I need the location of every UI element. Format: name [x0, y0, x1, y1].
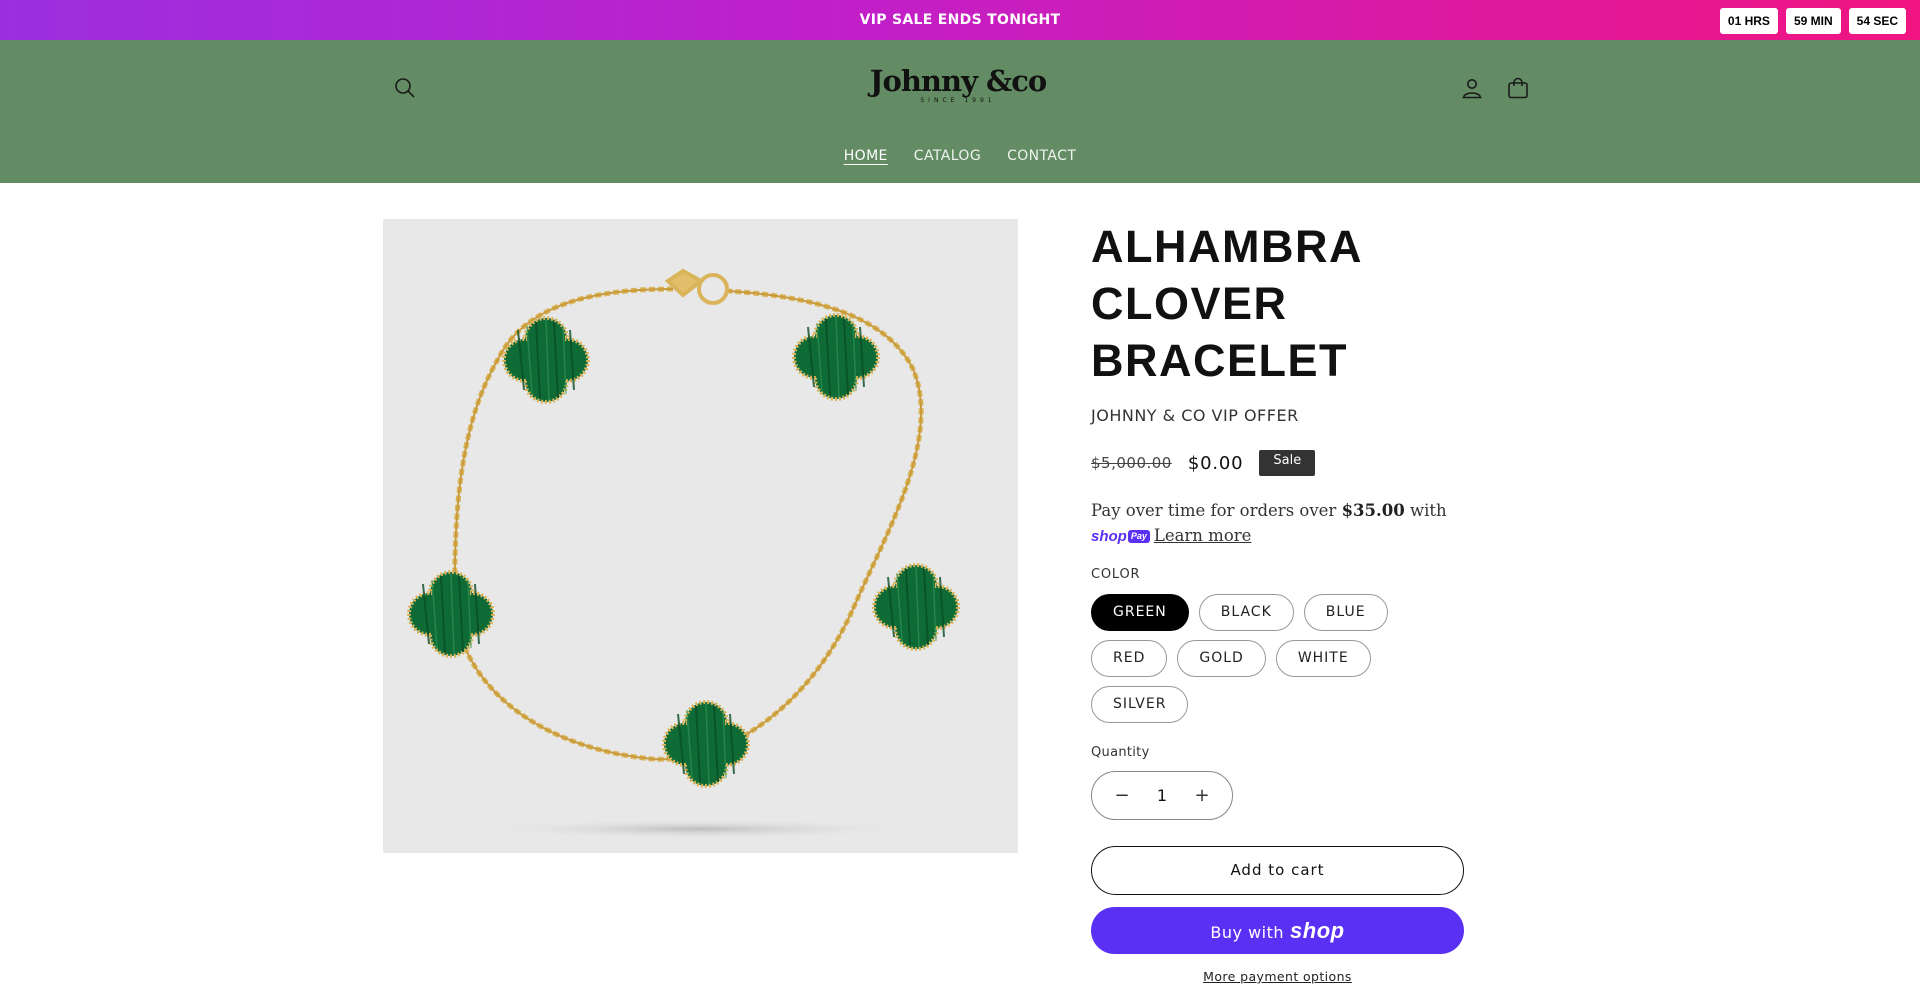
learn-more-link[interactable]: Learn more — [1154, 526, 1252, 545]
product-vendor: JOHNNY & CO VIP OFFER — [1091, 406, 1299, 425]
add-to-cart-button[interactable]: Add to cart — [1091, 846, 1464, 895]
shop-logo: shop — [1290, 918, 1345, 943]
shop-word: shop — [1091, 528, 1127, 545]
quantity-stepper: − 1 + — [1091, 771, 1233, 820]
bracelet-illustration — [407, 268, 960, 839]
color-label: COLOR — [1091, 567, 1141, 582]
sale-badge: Sale — [1259, 450, 1316, 476]
installments-amount: $35.00 — [1341, 501, 1405, 520]
color-option-red[interactable]: RED — [1091, 640, 1168, 677]
price-row: $5,000.00 $0.00 Sale — [1091, 450, 1316, 476]
countdown-timer: 01 HRS 59 MIN 54 SEC — [1719, 8, 1906, 34]
countdown-minutes: 59 MIN — [1785, 8, 1841, 34]
quantity-label: Quantity — [1091, 745, 1150, 760]
cart-icon[interactable] — [1506, 76, 1530, 100]
nav-contact[interactable]: CONTACT — [1007, 148, 1076, 164]
logo-tagline: SINCE 1991 — [920, 97, 996, 104]
site-header: Johnny &co SINCE 1991 HOME CATALOG CONTA… — [0, 40, 1920, 183]
color-options: GREEN BLACK BLUE RED GOLD WHITE SILVER — [1091, 594, 1451, 723]
plus-icon[interactable]: + — [1190, 785, 1214, 806]
color-option-white[interactable]: WHITE — [1275, 640, 1371, 677]
quantity-value[interactable]: 1 — [1157, 786, 1167, 805]
shop-pay-logo: shop Pay — [1091, 528, 1150, 545]
compare-price: $5,000.00 — [1091, 454, 1172, 472]
color-option-green[interactable]: GREEN — [1091, 594, 1189, 631]
product-image[interactable] — [383, 219, 1018, 853]
search-icon[interactable] — [393, 76, 417, 100]
more-payment-options-link[interactable]: More payment options — [1091, 969, 1464, 984]
store-logo[interactable]: Johnny &co SINCE 1991 — [858, 64, 1058, 114]
minus-icon[interactable]: − — [1110, 785, 1134, 806]
pay-badge: Pay — [1127, 530, 1150, 543]
buy-with-label: Buy with — [1210, 923, 1285, 942]
installments-with: with — [1409, 501, 1447, 520]
account-icon[interactable] — [1460, 76, 1484, 100]
color-option-black[interactable]: BLACK — [1198, 594, 1294, 631]
color-option-silver[interactable]: SILVER — [1091, 686, 1189, 723]
countdown-hours: 01 HRS — [1719, 8, 1778, 34]
buy-with-shop-button[interactable]: Buy with shop — [1091, 907, 1464, 954]
color-option-gold[interactable]: GOLD — [1177, 640, 1266, 677]
product-title: ALHAMBRA CLOVER BRACELET — [1091, 221, 1362, 386]
announcement-bar: VIP SALE ENDS TONIGHT 01 HRS 59 MIN 54 S… — [0, 0, 1920, 40]
main-nav: HOME CATALOG CONTACT — [0, 148, 1920, 164]
announcement-text: VIP SALE ENDS TONIGHT — [859, 12, 1061, 28]
nav-catalog[interactable]: CATALOG — [914, 148, 981, 164]
color-option-blue[interactable]: BLUE — [1303, 594, 1388, 631]
countdown-seconds: 54 SEC — [1848, 8, 1906, 34]
sale-price: $0.00 — [1187, 452, 1244, 474]
installments-text: Pay over time for orders over — [1091, 501, 1337, 520]
nav-home[interactable]: HOME — [844, 148, 888, 164]
shop-pay-installments: Pay over time for orders over $35.00 wit… — [1091, 498, 1471, 549]
logo-wordmark: Johnny &co — [869, 64, 1047, 98]
